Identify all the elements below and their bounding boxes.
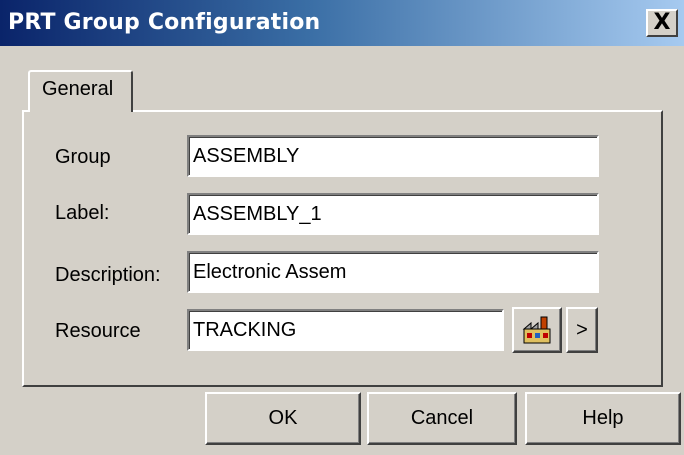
cancel-button-label: Cancel bbox=[410, 407, 474, 429]
ok-button-label: OK bbox=[268, 407, 298, 429]
label-label: Label: bbox=[55, 202, 110, 224]
description-label: Description: bbox=[55, 264, 161, 286]
help-button[interactable]: Help bbox=[525, 392, 681, 445]
window-title: PRT Group Configuration bbox=[8, 10, 321, 35]
chevron-right-icon: > bbox=[576, 318, 588, 341]
close-button[interactable]: X bbox=[646, 9, 678, 37]
label-input[interactable] bbox=[187, 193, 599, 235]
ok-button[interactable]: OK bbox=[205, 392, 361, 445]
cancel-button[interactable]: Cancel bbox=[367, 392, 517, 445]
tab-general[interactable]: General bbox=[28, 70, 133, 112]
title-bar[interactable]: PRT Group Configuration X bbox=[0, 0, 684, 46]
group-label: Group bbox=[55, 146, 111, 168]
resource-input[interactable] bbox=[187, 309, 504, 351]
resource-label: Resource bbox=[55, 320, 141, 342]
close-icon: X bbox=[653, 10, 671, 35]
resource-more-button[interactable]: > bbox=[566, 307, 598, 353]
resource-browse-button[interactable] bbox=[512, 307, 562, 353]
group-input[interactable] bbox=[187, 135, 599, 177]
help-button-label: Help bbox=[582, 407, 624, 429]
description-input[interactable] bbox=[187, 251, 599, 293]
factory-icon bbox=[522, 316, 551, 344]
tab-general-label: General bbox=[42, 78, 114, 100]
dialog-window: PRT Group Configuration X General Group … bbox=[0, 0, 684, 455]
